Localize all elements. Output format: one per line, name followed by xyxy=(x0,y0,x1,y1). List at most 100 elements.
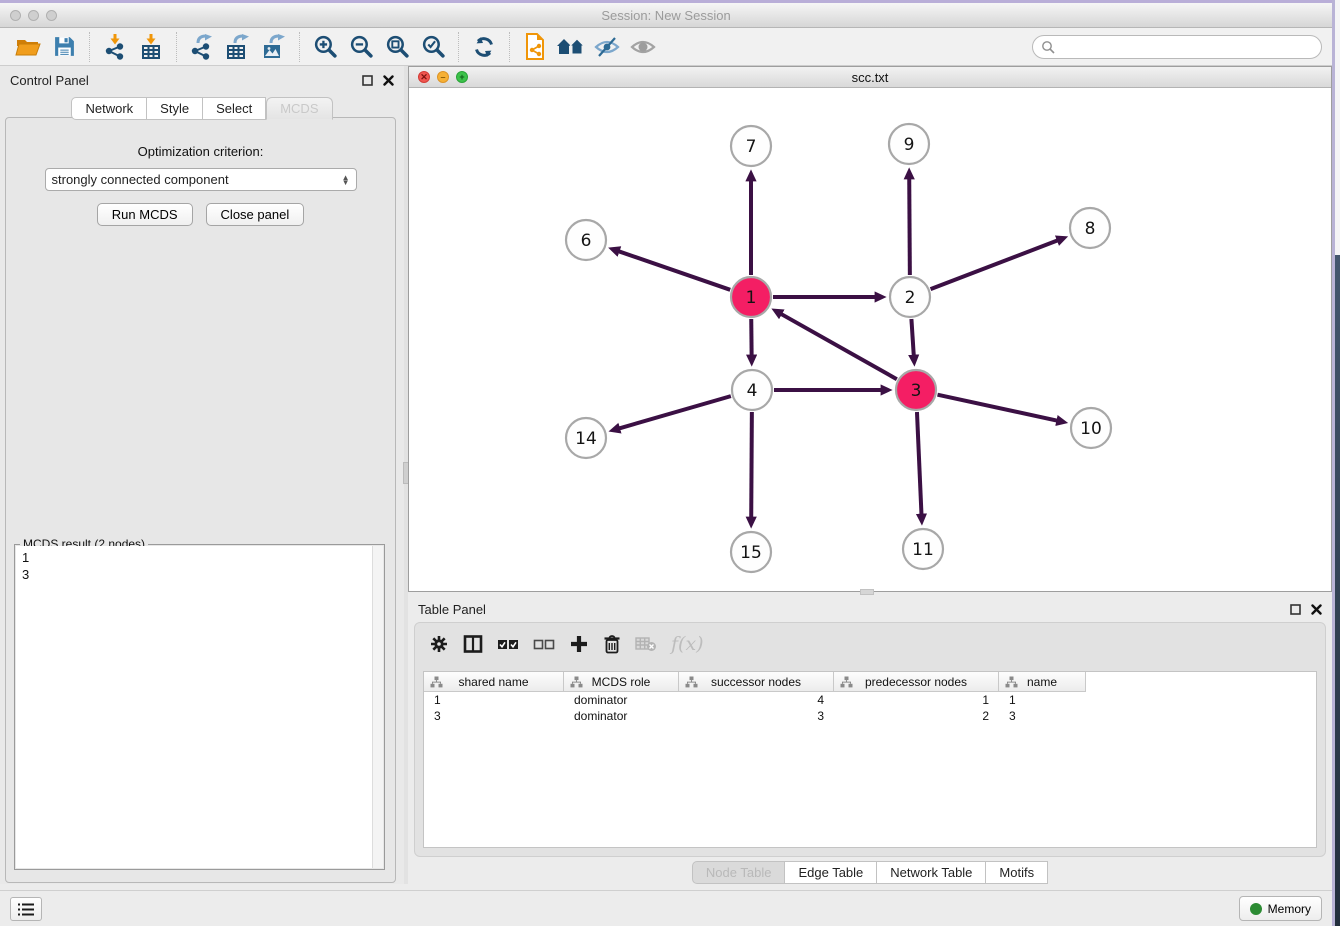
apply-function-button[interactable]: f(x) xyxy=(671,633,704,655)
float-panel-icon[interactable] xyxy=(1290,604,1301,615)
tab-network[interactable]: Network xyxy=(71,97,147,120)
zoom-out-icon xyxy=(349,34,374,59)
first-neighbors-button[interactable] xyxy=(553,31,589,63)
main-toolbar xyxy=(0,28,1332,66)
graph-edge-2-3[interactable] xyxy=(911,319,913,355)
column-tree-icon xyxy=(685,676,698,688)
column-header-MCDS-role[interactable]: MCDS role xyxy=(564,672,679,692)
zoom-in-icon xyxy=(313,34,338,59)
run-mcds-button[interactable]: Run MCDS xyxy=(97,203,193,226)
tab-mcds[interactable]: MCDS xyxy=(266,97,332,120)
delete-table-button[interactable] xyxy=(635,633,657,655)
open-session-button[interactable] xyxy=(10,31,46,63)
export-network-button[interactable] xyxy=(184,31,220,63)
graph-node-9[interactable]: 9 xyxy=(889,124,929,164)
mcds-result-line: 1 xyxy=(22,549,366,566)
save-session-button[interactable] xyxy=(46,31,82,63)
zoom-selected-button[interactable] xyxy=(415,31,451,63)
export-table-button[interactable] xyxy=(220,31,256,63)
column-header-predecessor-nodes[interactable]: predecessor nodes xyxy=(834,672,999,692)
graph-node-3[interactable]: 3 xyxy=(896,370,936,410)
table-cell[interactable]: 2 xyxy=(834,708,999,724)
zoom-in-button[interactable] xyxy=(307,31,343,63)
graph-node-8[interactable]: 8 xyxy=(1070,208,1110,248)
graph-edge-4-15[interactable] xyxy=(751,412,752,517)
search-input[interactable] xyxy=(1055,40,1313,54)
table-cell[interactable]: 1 xyxy=(834,692,999,708)
select-all-columns-button[interactable] xyxy=(497,633,519,655)
graph-edge-1-6[interactable] xyxy=(619,251,730,289)
table-body: 1dominator4113dominator323 xyxy=(424,692,1316,724)
export-image-button[interactable] xyxy=(256,31,292,63)
unselect-all-columns-button[interactable] xyxy=(533,633,555,655)
mcds-result-textarea[interactable]: 13 xyxy=(16,546,383,868)
network-view-window: ✕ – + scc.txt 7 9 6 8 1 2 4 3 14 10 15 11 xyxy=(408,66,1332,592)
tab-style[interactable]: Style xyxy=(147,97,203,120)
hide-selected-button[interactable] xyxy=(589,31,625,63)
graph-node-10[interactable]: 10 xyxy=(1071,408,1111,448)
table-row[interactable]: 1dominator411 xyxy=(424,692,1316,708)
table-cell[interactable]: 1 xyxy=(999,692,1086,708)
task-history-button[interactable] xyxy=(10,897,42,921)
table-cell[interactable]: 1 xyxy=(424,692,564,708)
graph-node-label: 1 xyxy=(746,288,757,308)
app-titlebar: Session: New Session xyxy=(0,3,1332,28)
desktop-right-strip xyxy=(1335,255,1340,926)
tab-edge-table[interactable]: Edge Table xyxy=(785,861,877,884)
graph-node-1[interactable]: 1 xyxy=(731,277,771,317)
graph-edge-3-10[interactable] xyxy=(937,395,1056,421)
close-panel-icon[interactable] xyxy=(383,75,394,86)
column-header-name[interactable]: name xyxy=(999,672,1086,692)
table-panel-header: Table Panel xyxy=(408,595,1332,623)
close-panel-button[interactable]: Close panel xyxy=(206,203,305,226)
graph-edge-4-14[interactable] xyxy=(620,396,731,428)
delete-columns-button[interactable] xyxy=(603,633,621,655)
graph-node-11[interactable]: 11 xyxy=(903,529,943,569)
table-cell[interactable]: 3 xyxy=(999,708,1086,724)
graph-edge-3-11[interactable] xyxy=(917,412,921,514)
show-column-panel-button[interactable] xyxy=(463,633,483,655)
import-network-button[interactable] xyxy=(97,31,133,63)
result-scrollbar[interactable] xyxy=(372,546,383,868)
mcds-result-groupbox: MCDS result (2 nodes) 13 xyxy=(14,544,385,870)
tab-motifs[interactable]: Motifs xyxy=(986,861,1048,884)
refresh-button[interactable] xyxy=(466,31,502,63)
graph-node-14[interactable]: 14 xyxy=(566,418,606,458)
graph-edge-3-1[interactable] xyxy=(781,314,896,379)
table-cell[interactable]: 3 xyxy=(679,708,834,724)
table-row[interactable]: 3dominator323 xyxy=(424,708,1316,724)
table-cell[interactable]: dominator xyxy=(564,692,679,708)
table-options-button[interactable] xyxy=(429,633,449,655)
add-column-button[interactable] xyxy=(569,633,589,655)
table-cell[interactable]: 4 xyxy=(679,692,834,708)
close-panel-icon[interactable] xyxy=(1311,604,1322,615)
search-field[interactable] xyxy=(1032,35,1322,59)
graph-node-2[interactable]: 2 xyxy=(890,277,930,317)
tab-select[interactable]: Select xyxy=(203,97,266,120)
save-icon xyxy=(53,35,76,58)
show-all-button[interactable] xyxy=(625,31,661,63)
column-tree-icon xyxy=(430,676,443,688)
graph-node-15[interactable]: 15 xyxy=(731,532,771,572)
graph-node-4[interactable]: 4 xyxy=(732,370,772,410)
column-header-shared-name[interactable]: shared name xyxy=(424,672,564,692)
zoom-out-button[interactable] xyxy=(343,31,379,63)
toolbar-separator xyxy=(458,32,459,62)
graph-edge-2-9[interactable] xyxy=(909,179,910,275)
tab-network-table[interactable]: Network Table xyxy=(877,861,986,884)
graph-node-6[interactable]: 6 xyxy=(566,220,606,260)
tab-node-table[interactable]: Node Table xyxy=(692,861,786,884)
graph-edge-2-8[interactable] xyxy=(931,241,1058,290)
network-window-titlebar[interactable]: ✕ – + scc.txt xyxy=(409,67,1331,88)
zoom-fit-button[interactable] xyxy=(379,31,415,63)
criterion-select[interactable]: strongly connected component ▲▼ xyxy=(45,168,357,191)
graph-node-7[interactable]: 7 xyxy=(731,126,771,166)
column-header-successor-nodes[interactable]: successor nodes xyxy=(679,672,834,692)
float-panel-icon[interactable] xyxy=(362,75,373,86)
memory-button[interactable]: Memory xyxy=(1239,896,1322,921)
table-cell[interactable]: 3 xyxy=(424,708,564,724)
table-cell[interactable]: dominator xyxy=(564,708,679,724)
import-table-button[interactable] xyxy=(133,31,169,63)
network-canvas[interactable]: 7 9 6 8 1 2 4 3 14 10 15 11 xyxy=(409,88,1331,591)
new-network-from-selection-button[interactable] xyxy=(517,31,553,63)
